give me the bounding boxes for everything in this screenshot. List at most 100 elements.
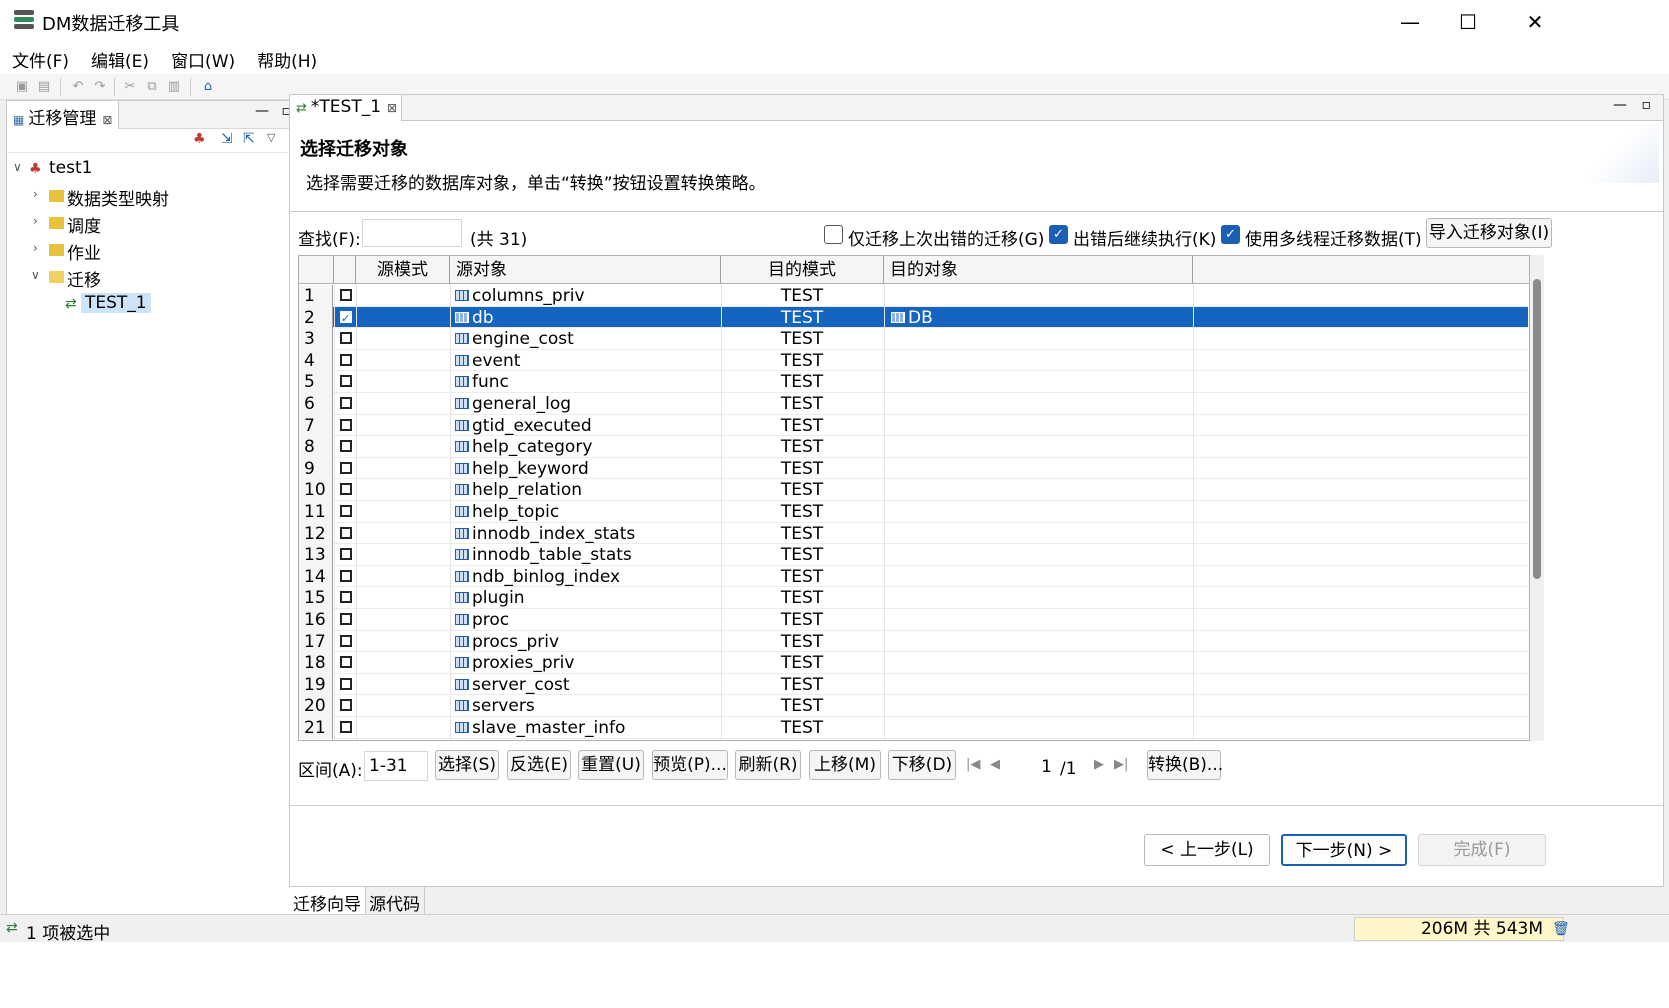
close-icon[interactable]: ⊠: [102, 113, 112, 127]
move-down-button[interactable]: 下移(D): [888, 750, 956, 780]
prev-page-icon[interactable]: ◀: [990, 757, 1000, 772]
menu-window[interactable]: 窗口(W): [159, 44, 245, 74]
source-object-cell[interactable]: help_relation: [453, 479, 719, 501]
target-object-cell[interactable]: [887, 393, 1193, 415]
target-schema-cell[interactable]: TEST: [721, 371, 883, 393]
range-input[interactable]: 1-31: [364, 751, 428, 781]
select-button[interactable]: 选择(S): [435, 750, 499, 780]
target-object-cell[interactable]: [887, 609, 1193, 631]
row-checkbox[interactable]: [335, 436, 355, 458]
source-object-cell[interactable]: proxies_priv: [453, 652, 719, 674]
table-row[interactable]: 4 event TEST: [299, 349, 1528, 372]
invert-selection-button[interactable]: 反选(E): [507, 750, 571, 780]
view-menu-icon[interactable]: ▽: [267, 131, 275, 144]
paste-icon[interactable]: ▥: [166, 79, 182, 95]
row-checkbox[interactable]: [335, 285, 355, 307]
menu-help[interactable]: 帮助(H): [245, 44, 327, 74]
table-row[interactable]: 20 servers TEST: [299, 695, 1528, 717]
table-row[interactable]: 1 columns_priv TEST: [299, 285, 1528, 307]
import-objects-button[interactable]: 导入迁移对象(I): [1426, 218, 1552, 248]
close-button[interactable]: ✕: [1505, 6, 1565, 38]
search-input[interactable]: [362, 219, 462, 247]
source-object-cell[interactable]: db: [453, 307, 719, 329]
refresh-button[interactable]: 刷新(R): [735, 750, 801, 780]
target-object-cell[interactable]: [887, 652, 1193, 674]
tree-item-type-mapping[interactable]: › 数据类型映射: [7, 184, 303, 211]
column-target-object[interactable]: 目的对象: [884, 256, 1193, 284]
tab-test-1[interactable]: ⇄ *TEST_1 ⊠: [290, 95, 402, 121]
table-row[interactable]: 6 general_log TEST: [299, 393, 1528, 415]
tree-item-jobs[interactable]: › 作业: [7, 238, 303, 265]
chevron-right-icon[interactable]: ›: [33, 187, 38, 201]
menu-file[interactable]: 文件(F): [0, 44, 79, 74]
prev-step-button[interactable]: < 上一步(L): [1144, 834, 1270, 866]
target-schema-cell[interactable]: TEST: [721, 609, 883, 631]
target-object-cell[interactable]: [887, 631, 1193, 653]
target-schema-cell[interactable]: TEST: [721, 566, 883, 588]
target-schema-cell[interactable]: TEST: [721, 436, 883, 458]
import-icon[interactable]: ⇲: [221, 131, 233, 147]
row-checkbox[interactable]: [335, 609, 355, 631]
target-schema-cell[interactable]: TEST: [721, 393, 883, 415]
last-page-icon[interactable]: ▶|: [1114, 757, 1128, 772]
chevron-right-icon[interactable]: ›: [33, 241, 38, 255]
row-checkbox[interactable]: [335, 415, 355, 437]
row-checkbox[interactable]: [335, 544, 355, 566]
move-up-button[interactable]: 上移(M): [809, 750, 881, 780]
garbage-collect-icon[interactable]: 🗑: [1552, 921, 1570, 937]
target-object-cell[interactable]: [887, 544, 1193, 566]
next-page-icon[interactable]: ▶: [1094, 757, 1104, 772]
row-checkbox[interactable]: [335, 393, 355, 415]
scroll-thumb[interactable]: [1533, 279, 1541, 579]
column-source-object[interactable]: 源对象: [450, 256, 721, 284]
home-icon[interactable]: ⌂: [200, 79, 216, 95]
source-object-cell[interactable]: event: [453, 350, 719, 372]
maximize-editor-icon[interactable]: ▫: [1642, 97, 1652, 113]
source-object-cell[interactable]: general_log: [453, 393, 719, 415]
table-row[interactable]: 19 server_cost TEST: [299, 673, 1528, 696]
column-source-schema[interactable]: 源模式: [356, 256, 450, 284]
target-schema-cell[interactable]: TEST: [721, 458, 883, 480]
target-object-cell[interactable]: [887, 695, 1193, 717]
target-object-cell[interactable]: [887, 479, 1193, 501]
table-row[interactable]: 18 proxies_priv TEST: [299, 652, 1528, 674]
table-scrollbar[interactable]: [1530, 255, 1544, 741]
row-checkbox[interactable]: [335, 587, 355, 609]
finish-button[interactable]: 完成(F): [1418, 834, 1546, 866]
table-row[interactable]: 3 engine_cost TEST: [299, 328, 1528, 350]
source-object-cell[interactable]: help_topic: [453, 501, 719, 523]
row-checkbox[interactable]: [335, 523, 355, 545]
only-failed-checkbox[interactable]: [824, 225, 843, 244]
convert-button[interactable]: 转换(B)...: [1147, 750, 1223, 780]
target-schema-cell[interactable]: TEST: [721, 501, 883, 523]
target-object-cell[interactable]: [887, 350, 1193, 372]
target-schema-cell[interactable]: TEST: [721, 544, 883, 566]
source-object-cell[interactable]: procs_priv: [453, 631, 719, 653]
chevron-right-icon[interactable]: ›: [33, 214, 38, 228]
target-schema-cell[interactable]: TEST: [721, 328, 883, 350]
undo-icon[interactable]: ↶: [70, 79, 86, 95]
table-row[interactable]: 17 procs_priv TEST: [299, 630, 1528, 653]
tree-item-test-1[interactable]: ⇄ TEST_1: [7, 292, 303, 319]
row-checkbox[interactable]: [335, 695, 355, 717]
save-all-icon[interactable]: ▤: [36, 79, 52, 95]
source-object-cell[interactable]: func: [453, 371, 719, 393]
copy-icon[interactable]: ⧉: [144, 79, 160, 95]
row-checkbox[interactable]: [335, 501, 355, 523]
row-checkbox[interactable]: [335, 479, 355, 501]
target-object-cell[interactable]: [887, 371, 1193, 393]
target-schema-cell[interactable]: TEST: [721, 631, 883, 653]
source-object-cell[interactable]: plugin: [453, 587, 719, 609]
target-object-cell[interactable]: [887, 523, 1193, 545]
row-checkbox[interactable]: [335, 350, 355, 372]
target-object-cell[interactable]: [887, 501, 1193, 523]
row-checkbox[interactable]: [335, 458, 355, 480]
row-checkbox[interactable]: [335, 371, 355, 393]
table-row[interactable]: 12 innodb_index_stats TEST: [299, 522, 1528, 545]
minimize-button[interactable]: —: [1380, 6, 1440, 38]
target-object-cell[interactable]: [887, 285, 1193, 307]
source-object-cell[interactable]: help_category: [453, 436, 719, 458]
chevron-down-icon[interactable]: ∨: [13, 160, 22, 174]
target-schema-cell[interactable]: TEST: [721, 285, 883, 307]
preview-button[interactable]: 预览(P)...: [652, 750, 728, 780]
